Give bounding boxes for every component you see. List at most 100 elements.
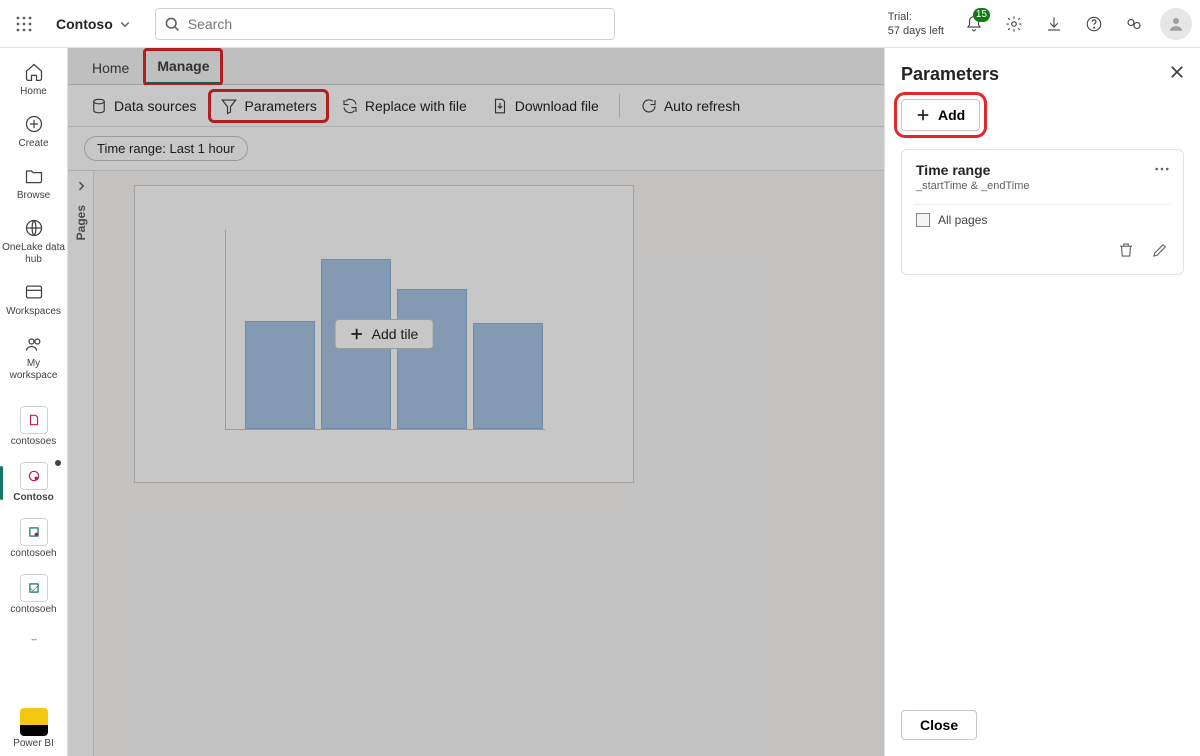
close-panel-button[interactable]	[1170, 65, 1184, 84]
parameter-more-button[interactable]	[1155, 162, 1169, 181]
button-label: Parameters	[244, 98, 316, 114]
close-icon	[1170, 65, 1184, 79]
delete-parameter-button[interactable]	[1117, 241, 1135, 264]
workspace-name: Contoso	[56, 16, 113, 32]
tab-manage[interactable]: Manage	[145, 50, 221, 84]
parameter-scope: All pages	[916, 213, 1169, 227]
notifications-icon[interactable]: 15	[956, 6, 992, 42]
tab-home[interactable]: Home	[80, 52, 141, 84]
browse-icon	[22, 164, 46, 188]
app-launcher-icon[interactable]	[8, 8, 40, 40]
database-icon	[90, 97, 108, 115]
powerbi-icon	[20, 708, 48, 736]
rail-onelake[interactable]: OneLake data hub	[0, 210, 67, 272]
create-icon	[22, 112, 46, 136]
button-label: Replace with file	[365, 98, 467, 114]
workspace-square-icon	[20, 406, 48, 434]
rail-label: contosoes	[11, 436, 57, 448]
rail-label: Create	[18, 138, 48, 150]
rail-powerbi[interactable]: Power BI	[0, 702, 67, 756]
download-icon[interactable]	[1036, 6, 1072, 42]
feedback-icon[interactable]	[1116, 6, 1152, 42]
rail-label: Power BI	[13, 738, 54, 750]
settings-icon[interactable]	[996, 6, 1032, 42]
rail-more[interactable]	[0, 624, 67, 662]
more-icon	[1155, 162, 1169, 176]
rail-label: contosoeh	[10, 548, 56, 560]
replace-icon	[341, 97, 359, 115]
data-sources-button[interactable]: Data sources	[80, 91, 206, 121]
rail-label: OneLake data hub	[2, 242, 65, 266]
notification-badge: 15	[973, 8, 990, 22]
button-label: Add	[938, 107, 965, 123]
parameter-title: Time range	[916, 162, 1030, 178]
add-parameter-button[interactable]: Add	[901, 99, 980, 131]
unsaved-dot-icon	[55, 460, 61, 466]
top-bar: Contoso Trial: 57 days left 15	[0, 0, 1200, 48]
pages-label: Pages	[74, 205, 88, 240]
rail-my-workspace[interactable]: My workspace	[0, 326, 67, 388]
parameter-card-time-range: Time range _startTime & _endTime All pag…	[901, 149, 1184, 275]
workspace-square-icon	[20, 518, 48, 546]
filter-icon	[220, 97, 238, 115]
toolbar-divider	[619, 94, 620, 118]
rail-label: Contoso	[13, 492, 54, 504]
onelake-icon	[22, 216, 46, 240]
chevron-down-icon	[119, 18, 131, 30]
plus-icon	[916, 108, 930, 122]
trial-line1: Trial:	[888, 10, 944, 24]
replace-with-file-button[interactable]: Replace with file	[331, 91, 477, 121]
home-icon	[22, 60, 46, 84]
pencil-icon	[1151, 241, 1169, 259]
parameters-panel: Parameters Add Time range _startTime & _…	[884, 48, 1200, 756]
add-tile-button[interactable]: Add tile	[335, 319, 434, 349]
rail-ws-contosoes[interactable]: contosoes	[0, 400, 67, 454]
download-file-button[interactable]: Download file	[481, 91, 609, 121]
auto-refresh-button[interactable]: Auto refresh	[630, 91, 750, 121]
rail-home[interactable]: Home	[0, 54, 67, 104]
rail-label: My workspace	[2, 358, 65, 382]
workspace-square-icon	[20, 462, 48, 490]
download-file-icon	[491, 97, 509, 115]
time-range-pill[interactable]: Time range: Last 1 hour	[84, 136, 248, 161]
button-label: Auto refresh	[664, 98, 740, 114]
edit-parameter-button[interactable]	[1151, 241, 1169, 264]
parameter-subtitle: _startTime & _endTime	[916, 180, 1030, 192]
rail-label: contosoeh	[10, 604, 56, 616]
rail-browse[interactable]: Browse	[0, 158, 67, 208]
workspace-square-icon	[20, 574, 48, 602]
rail-label: Home	[20, 86, 47, 98]
workspaces-icon	[22, 280, 46, 304]
pages-panel-collapsed[interactable]: Pages	[68, 171, 94, 756]
help-icon[interactable]	[1076, 6, 1112, 42]
dashboard-tile[interactable]: Add tile	[134, 185, 634, 483]
button-label: Add tile	[372, 326, 419, 342]
rail-ws-contoso[interactable]: Contoso	[0, 456, 67, 510]
search-box[interactable]	[155, 8, 615, 40]
workspace-switcher[interactable]: Contoso	[56, 16, 131, 32]
refresh-icon	[640, 97, 658, 115]
rail-ws-contosoeh-1[interactable]: contosoeh	[0, 512, 67, 566]
close-button[interactable]: Close	[901, 710, 977, 740]
my-workspace-icon	[22, 332, 46, 356]
trial-status: Trial: 57 days left	[888, 10, 944, 38]
chevron-right-icon	[75, 179, 87, 197]
trial-line2: 57 days left	[888, 24, 944, 38]
parameters-button[interactable]: Parameters	[210, 91, 326, 121]
button-label: Data sources	[114, 98, 196, 114]
rail-workspaces[interactable]: Workspaces	[0, 274, 67, 324]
more-icon	[22, 630, 46, 654]
plus-icon	[350, 327, 364, 341]
panel-title: Parameters	[901, 64, 999, 85]
rail-ws-contosoeh-2[interactable]: contosoeh	[0, 568, 67, 622]
scope-label: All pages	[938, 213, 987, 227]
trash-icon	[1117, 241, 1135, 259]
search-input[interactable]	[188, 16, 606, 32]
left-rail: Home Create Browse OneLake data hub Work…	[0, 48, 68, 756]
rail-create[interactable]: Create	[0, 106, 67, 156]
search-icon	[164, 16, 180, 32]
rail-label: Browse	[17, 190, 50, 202]
rail-label: Workspaces	[6, 306, 61, 318]
button-label: Download file	[515, 98, 599, 114]
user-avatar[interactable]	[1160, 8, 1192, 40]
